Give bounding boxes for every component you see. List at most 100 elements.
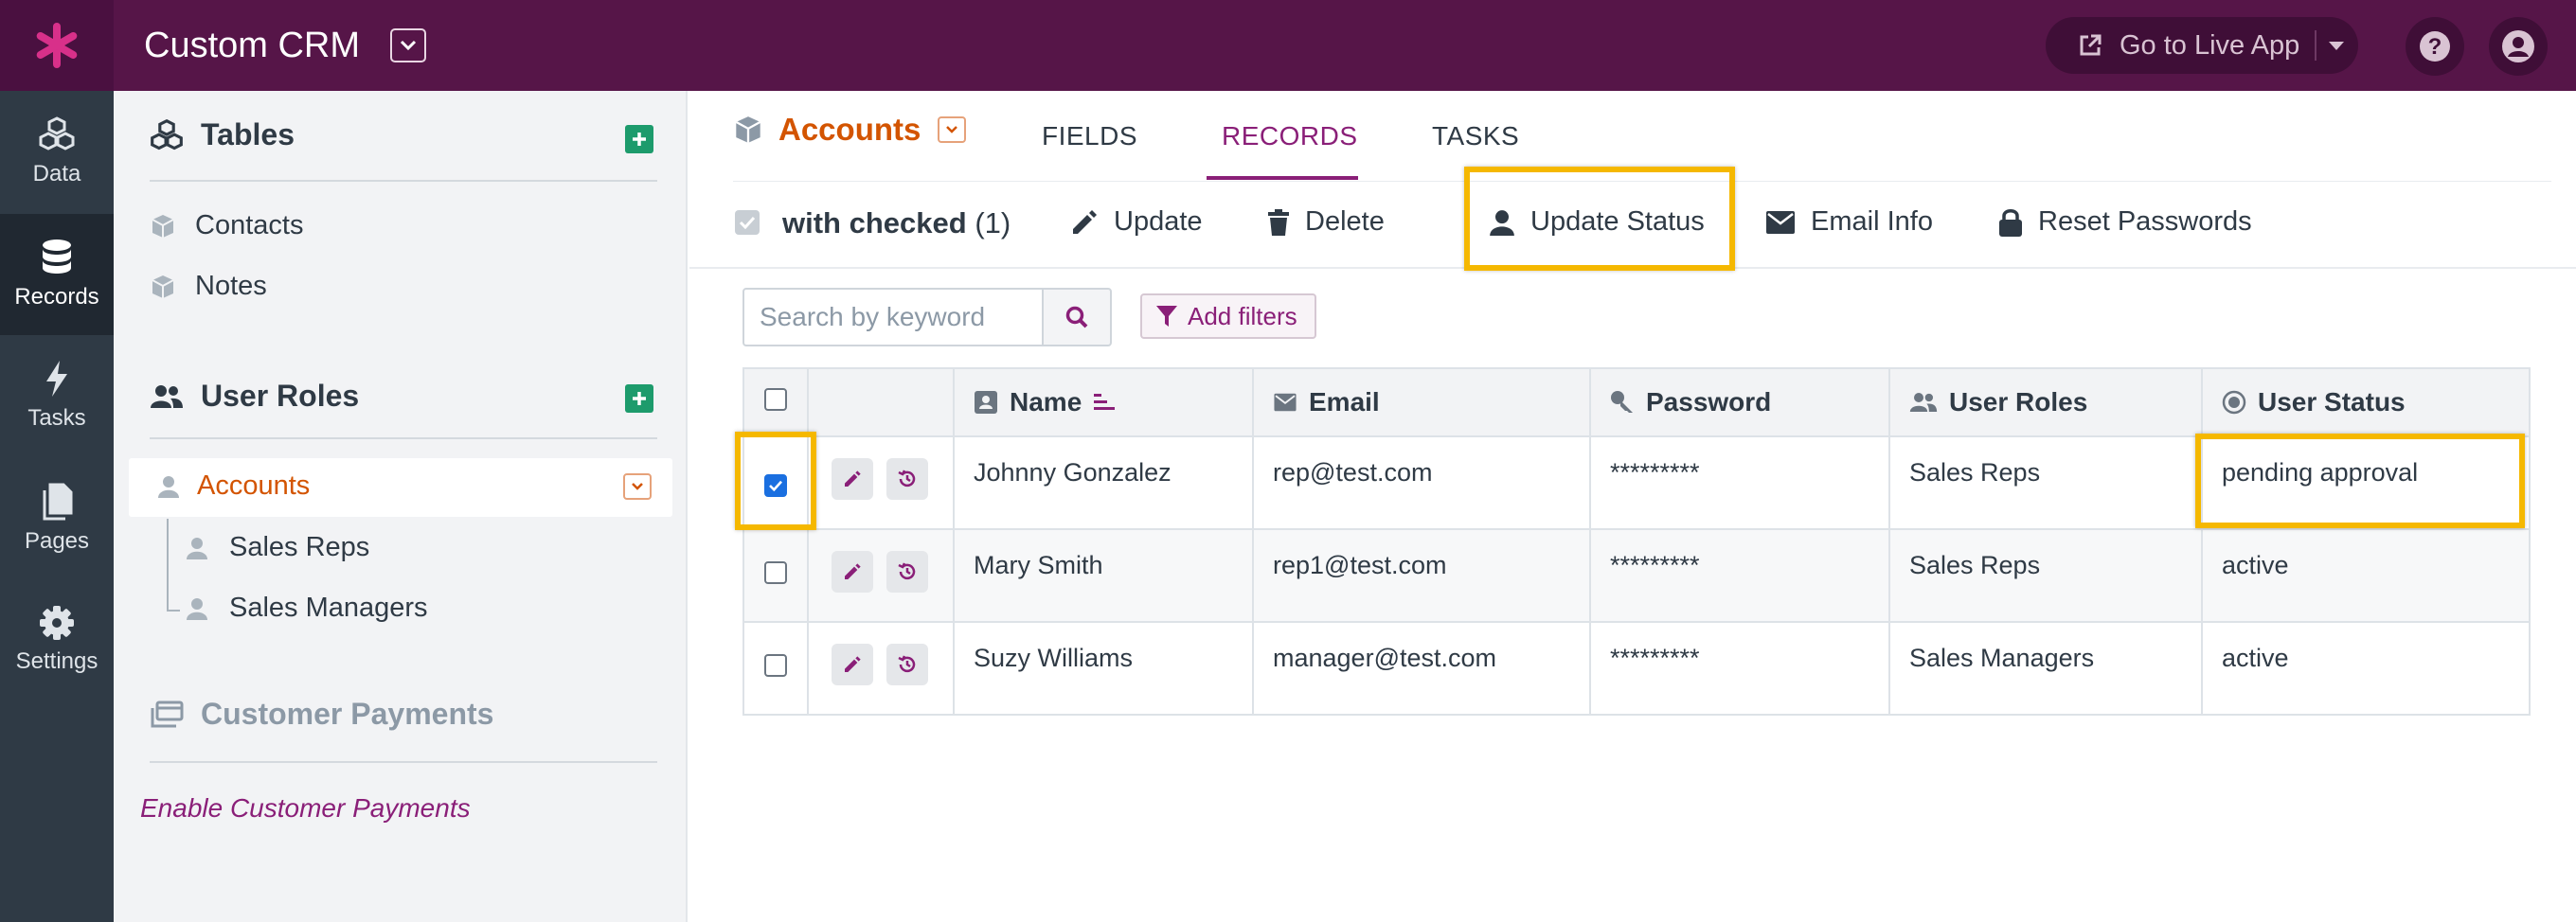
radio-icon: [2222, 390, 2246, 415]
filter-icon: [1156, 306, 1177, 327]
sidebar-item-accounts[interactable]: Accounts: [129, 458, 672, 517]
column-header-name[interactable]: Name: [953, 367, 1254, 437]
sidebar-item-label: Notes: [195, 271, 267, 301]
sort-ascending-icon: [1094, 394, 1116, 410]
column-header-email[interactable]: Email: [1252, 367, 1591, 437]
divider: [150, 761, 657, 763]
edit-record-button[interactable]: [832, 644, 873, 685]
column-header-password[interactable]: Password: [1589, 367, 1890, 437]
email-info-label: Email Info: [1811, 206, 1933, 237]
user-status-highlight: [2195, 434, 2525, 528]
cell-email: manager@test.com: [1252, 621, 1591, 716]
top-bar: Custom CRM Go to Live App ?: [0, 0, 2576, 91]
accounts-dropdown[interactable]: [623, 473, 652, 500]
payments-icon: [151, 700, 184, 727]
cubes-icon: [39, 116, 75, 151]
records-table: Name Email Password User Roles User Stat…: [742, 367, 2531, 716]
sidebar-item-sales-managers[interactable]: Sales Managers: [186, 593, 428, 624]
edit-record-button[interactable]: [832, 551, 873, 593]
account-button[interactable]: [2489, 17, 2548, 76]
rail-item-data[interactable]: Data: [0, 91, 114, 212]
search-input[interactable]: [744, 290, 1042, 345]
enable-customer-payments-link[interactable]: Enable Customer Payments: [140, 793, 471, 824]
reset-passwords-button[interactable]: Reset Passwords: [1998, 206, 2252, 238]
update-label: Update: [1114, 206, 1203, 237]
app-logo[interactable]: [0, 0, 114, 91]
cell-name: Johnny Gonzalez: [953, 435, 1254, 530]
object-selector[interactable]: Accounts: [735, 112, 967, 148]
add-filters-button[interactable]: Add filters: [1140, 293, 1316, 339]
bulk-select-checkbox: [735, 210, 760, 235]
check-icon: [739, 216, 756, 229]
envelope-icon: [1274, 393, 1297, 412]
users-icon: [1909, 393, 1938, 412]
row-checkbox[interactable]: [764, 560, 787, 584]
cell-name: Mary Smith: [953, 528, 1254, 623]
gear-icon: [40, 606, 74, 640]
help-button[interactable]: ?: [2406, 17, 2464, 76]
asterisk-logo-icon: [36, 23, 78, 68]
select-all-checkbox[interactable]: [764, 388, 787, 411]
cell-user-status: active: [2201, 528, 2531, 623]
pencil-icon: [845, 470, 861, 487]
user-icon: [158, 476, 179, 498]
actions-column-header: [807, 367, 955, 437]
object-dropdown[interactable]: [938, 116, 967, 143]
row-actions-cell: [807, 528, 955, 623]
chevron-down-icon: [632, 483, 643, 490]
table-row[interactable]: Suzy Williams manager@test.com *********…: [742, 621, 2531, 716]
rail-item-records[interactable]: Records: [0, 214, 114, 335]
database-icon: [43, 239, 71, 274]
search-button[interactable]: [1042, 288, 1112, 346]
button-divider: [2315, 30, 2317, 61]
customer-payments-heading: Customer Payments: [150, 697, 493, 732]
column-header-user-status[interactable]: User Status: [2201, 367, 2531, 437]
sidebar-item-label: Sales Reps: [229, 532, 370, 562]
tab-tasks[interactable]: TASKS: [1432, 121, 1519, 151]
cube-icon: [152, 214, 174, 238]
plus-icon: [633, 392, 646, 405]
contact-card-icon: [975, 391, 997, 414]
update-status-highlight: [1464, 167, 1735, 271]
tree-connector: [167, 610, 180, 612]
add-user-role-button[interactable]: [625, 384, 653, 413]
record-history-button[interactable]: [886, 458, 928, 500]
cubes-icon: [151, 118, 183, 150]
rail-item-pages[interactable]: Pages: [0, 458, 114, 579]
checked-count: (1): [975, 206, 1011, 239]
record-history-button[interactable]: [886, 551, 928, 593]
add-table-button[interactable]: [625, 125, 653, 153]
tab-fields[interactable]: FIELDS: [1042, 121, 1137, 151]
help-icon: ?: [2420, 31, 2450, 62]
go-to-live-app-button[interactable]: Go to Live App: [2046, 17, 2358, 74]
live-app-dropdown[interactable]: [2328, 40, 2345, 57]
rail-item-settings[interactable]: Settings: [0, 579, 114, 700]
delete-button[interactable]: Delete: [1267, 206, 1385, 238]
tab-records[interactable]: RECORDS: [1222, 121, 1358, 151]
column-label: Email: [1309, 387, 1380, 417]
user-icon: [187, 537, 207, 559]
rail-item-tasks[interactable]: Tasks: [0, 335, 114, 456]
history-icon: [898, 470, 916, 488]
cell-password: *********: [1589, 621, 1890, 716]
column-header-user-roles[interactable]: User Roles: [1888, 367, 2203, 437]
trash-icon: [1268, 208, 1289, 236]
row-checkbox[interactable]: [764, 653, 787, 677]
table-row[interactable]: Mary Smith rep1@test.com ********* Sales…: [742, 528, 2531, 623]
cell-email: rep@test.com: [1252, 435, 1591, 530]
edit-record-button[interactable]: [832, 458, 873, 500]
row-select-cell: [742, 621, 809, 716]
sidebar-item-notes[interactable]: Notes: [152, 271, 267, 302]
cell-user-roles: Sales Reps: [1888, 435, 2203, 530]
history-icon: [898, 562, 916, 580]
tables-heading-label: Tables: [201, 117, 295, 151]
caret-down-icon: [2329, 42, 2344, 50]
sidebar-item-sales-reps[interactable]: Sales Reps: [186, 532, 369, 563]
bolt-icon: [46, 361, 67, 397]
pencil-icon: [845, 563, 861, 579]
sidebar-item-contacts[interactable]: Contacts: [152, 210, 303, 241]
update-button[interactable]: Update: [1070, 206, 1203, 238]
app-menu-dropdown[interactable]: [390, 28, 426, 62]
email-info-button[interactable]: Email Info: [1765, 206, 1933, 238]
record-history-button[interactable]: [886, 644, 928, 685]
